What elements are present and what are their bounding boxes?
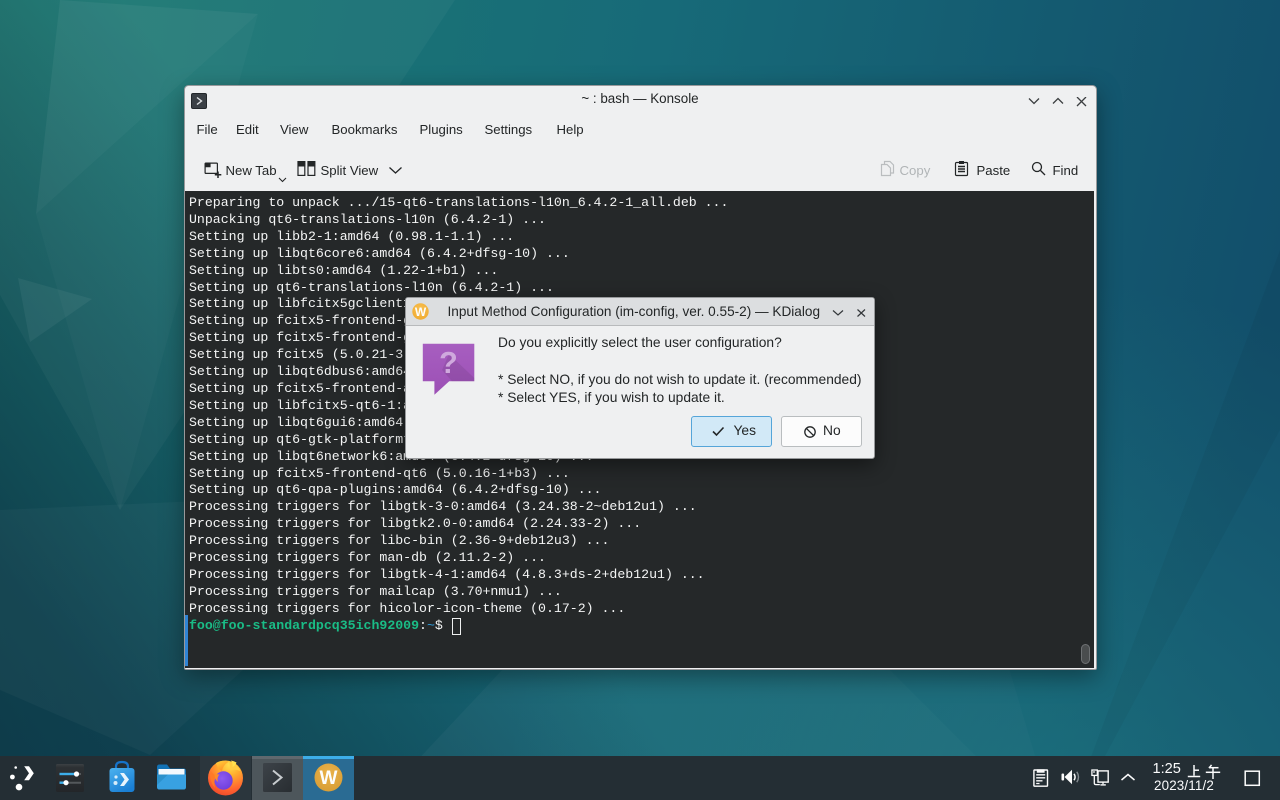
svg-text:W: W — [415, 304, 427, 318]
svg-text:?: ? — [439, 346, 458, 380]
svg-text:W: W — [320, 768, 338, 789]
